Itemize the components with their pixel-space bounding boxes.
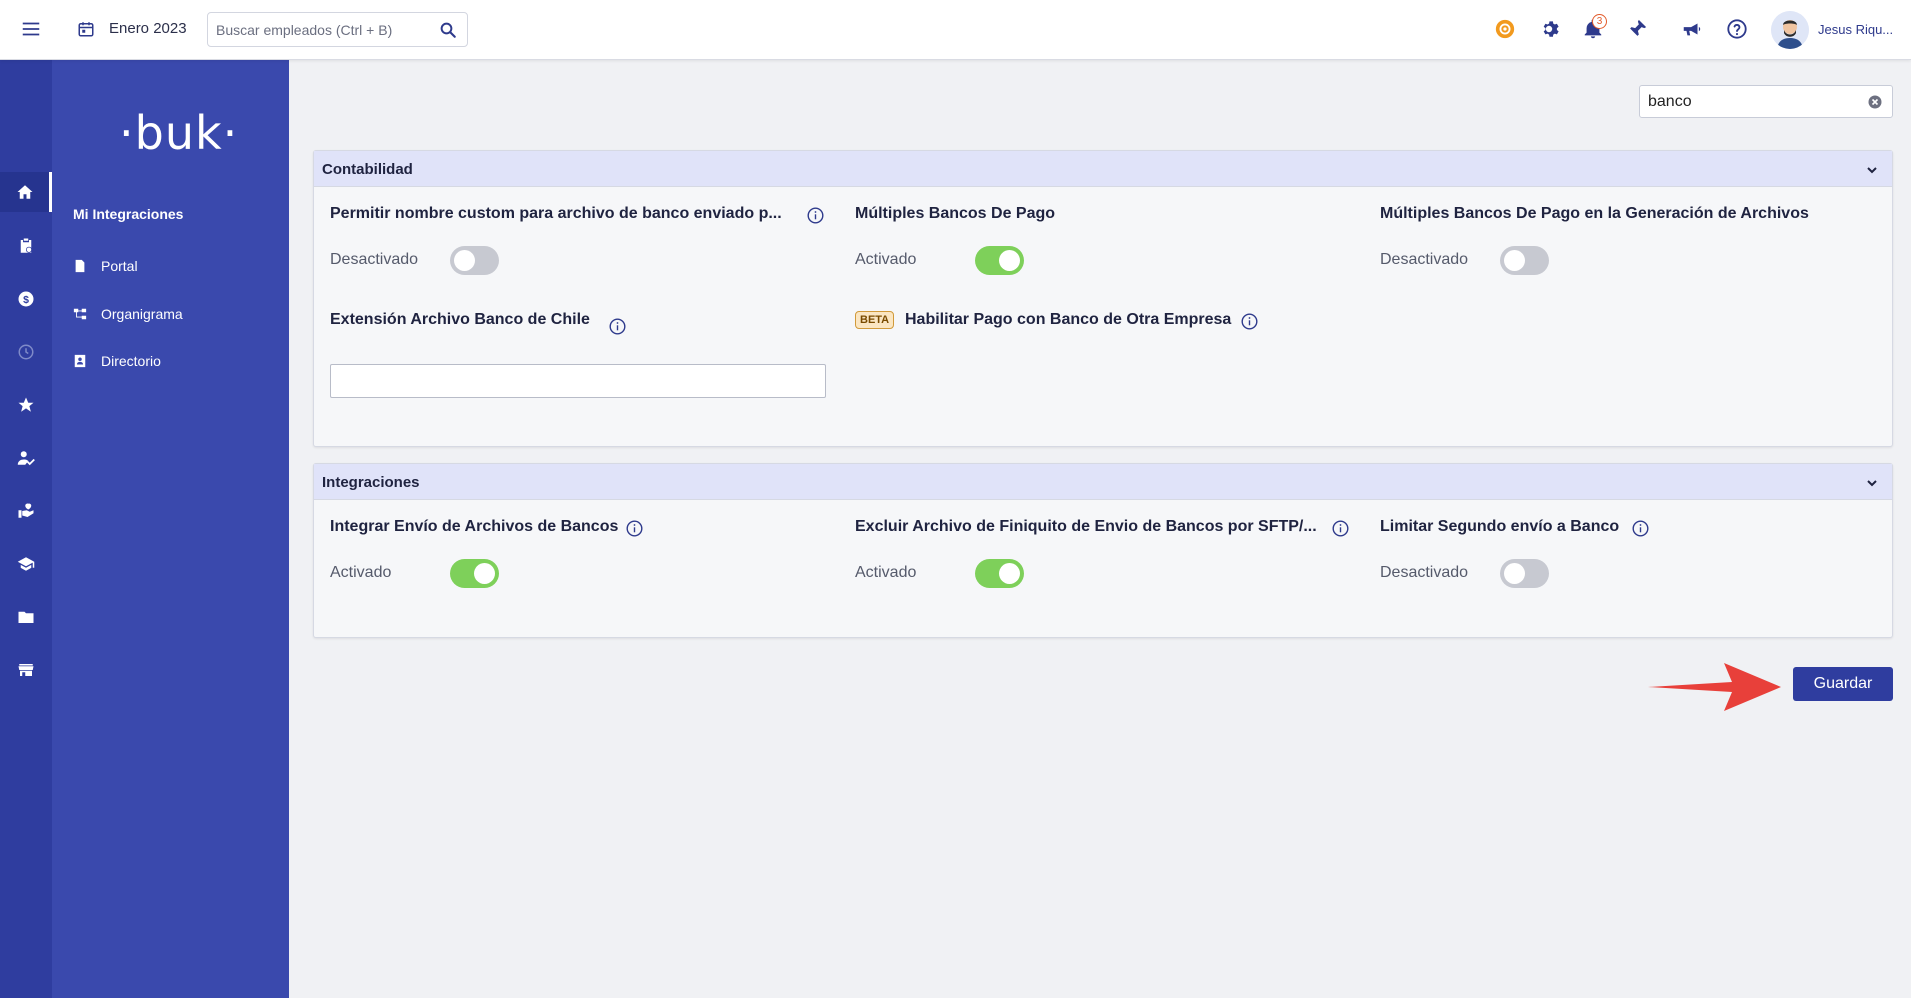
calendar-icon[interactable] xyxy=(77,19,95,39)
menu-icon[interactable] xyxy=(20,18,42,40)
section-header[interactable]: Contabilidad xyxy=(314,151,1892,187)
employee-search-input[interactable] xyxy=(216,20,426,40)
section-title: Contabilidad xyxy=(322,161,413,178)
setting-label: Excluir Archivo de Finiquito de Envio de… xyxy=(855,518,1317,535)
sidebar-item-label: Directorio xyxy=(101,353,161,369)
buk-logo[interactable]: ·buk· xyxy=(119,106,238,160)
setting-label: Múltiples Bancos De Pago en la Generació… xyxy=(1380,205,1809,222)
store-icon[interactable] xyxy=(0,650,52,690)
employee-search[interactable] xyxy=(207,12,468,47)
chevron-down-icon[interactable] xyxy=(1866,163,1878,175)
setting-label: Múltiples Bancos De Pago xyxy=(855,205,1056,222)
section-integraciones: Integraciones Integrar Envío de Archivos… xyxy=(313,463,1893,638)
contact-book-icon xyxy=(73,354,87,368)
settings-filter-input[interactable] xyxy=(1648,92,1848,112)
info-icon[interactable] xyxy=(1241,313,1258,330)
graduation-icon[interactable] xyxy=(0,544,52,584)
setting-state: Activado xyxy=(855,564,917,581)
clear-icon[interactable] xyxy=(1868,95,1882,109)
info-icon[interactable] xyxy=(609,318,626,335)
setting-label: Extensión Archivo Banco de Chile xyxy=(330,311,590,328)
star-icon[interactable] xyxy=(0,385,52,425)
user-check-icon[interactable] xyxy=(0,438,52,478)
info-icon[interactable] xyxy=(807,207,824,224)
info-icon[interactable] xyxy=(1632,520,1649,537)
icon-rail: $ xyxy=(0,60,52,998)
gear-icon[interactable] xyxy=(1538,18,1560,40)
setting-toggle[interactable] xyxy=(450,246,499,275)
help-icon[interactable] xyxy=(1726,18,1748,40)
sidebar-item-portal[interactable]: Portal xyxy=(73,254,138,278)
setting-state: Activado xyxy=(855,251,917,268)
setting-toggle[interactable] xyxy=(975,246,1024,275)
support-icon[interactable] xyxy=(1494,18,1516,40)
setting-label: Integrar Envío de Archivos de Bancos xyxy=(330,518,619,535)
setting-label: Permitir nombre custom para archivo de b… xyxy=(330,205,782,222)
clipboard-icon[interactable] xyxy=(0,226,52,266)
clock-icon[interactable] xyxy=(0,332,52,372)
sidebar-item-label: Organigrama xyxy=(101,306,183,322)
sidebar: ·buk· Mi Integraciones Portal Organigram… xyxy=(52,60,289,998)
setting-state: Desactivado xyxy=(330,251,419,268)
avatar[interactable] xyxy=(1771,11,1809,49)
chevron-down-icon[interactable] xyxy=(1866,476,1878,488)
search-icon[interactable] xyxy=(439,21,457,39)
user-name[interactable]: Jesus Riqu... xyxy=(1818,22,1893,37)
home-icon[interactable] xyxy=(0,172,52,212)
sidebar-item-directorio[interactable]: Directorio xyxy=(73,349,161,373)
sidebar-item-organigrama[interactable]: Organigrama xyxy=(73,302,183,326)
info-icon[interactable] xyxy=(1332,520,1349,537)
org-chart-icon xyxy=(73,307,87,321)
setting-label: Habilitar Pago con Banco de Otra Empresa xyxy=(905,311,1232,328)
notification-count-badge: 3 xyxy=(1592,14,1607,29)
setting-label: Limitar Segundo envío a Banco xyxy=(1380,518,1620,535)
period-selector[interactable]: Enero 2023 xyxy=(109,20,187,37)
info-icon[interactable] xyxy=(626,520,643,537)
sidebar-item-label: Portal xyxy=(101,258,138,274)
save-button[interactable]: Guardar xyxy=(1793,667,1893,701)
setting-state: Desactivado xyxy=(1380,251,1469,268)
setting-toggle[interactable] xyxy=(1500,246,1549,275)
annotation-arrow-icon xyxy=(1648,663,1781,711)
section-header[interactable]: Integraciones xyxy=(314,464,1892,500)
setting-state: Activado xyxy=(330,564,392,581)
bank-file-extension-input[interactable] xyxy=(330,364,826,398)
section-contabilidad: Contabilidad Permitir nombre custom para… xyxy=(313,150,1893,447)
pin-icon[interactable] xyxy=(1626,18,1648,40)
svg-text:$: $ xyxy=(23,294,29,306)
megaphone-icon[interactable] xyxy=(1681,18,1703,40)
setting-state: Desactivado xyxy=(1380,564,1469,581)
hand-heart-icon[interactable] xyxy=(0,491,52,531)
beta-badge: BETA xyxy=(855,311,895,329)
folder-icon[interactable] xyxy=(0,597,52,637)
setting-toggle[interactable] xyxy=(975,559,1024,588)
dollar-icon[interactable]: $ xyxy=(0,279,52,319)
setting-toggle[interactable] xyxy=(1500,559,1549,588)
sidebar-title: Mi Integraciones xyxy=(73,206,184,222)
setting-toggle[interactable] xyxy=(450,559,499,588)
section-title: Integraciones xyxy=(322,474,420,491)
document-icon xyxy=(73,259,87,273)
settings-filter[interactable] xyxy=(1639,85,1893,118)
top-bar: Enero 2023 3 Jesus Riqu... xyxy=(0,0,1911,60)
